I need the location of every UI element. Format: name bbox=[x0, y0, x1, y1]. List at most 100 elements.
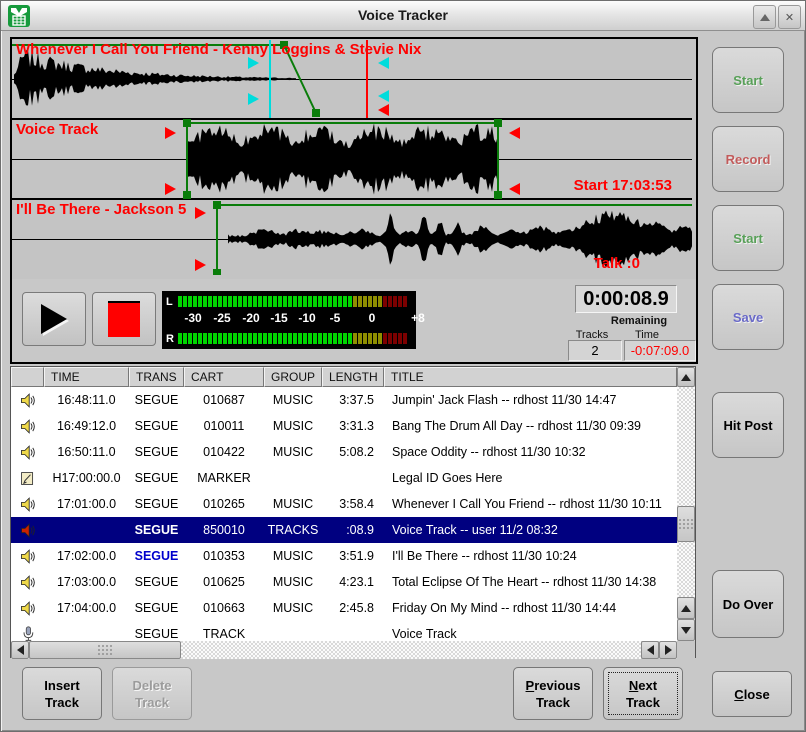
record-button[interactable]: Record bbox=[712, 126, 784, 192]
red-marker-arrow[interactable] bbox=[165, 183, 176, 195]
title-bar[interactable]: Voice Tracker ✕ bbox=[1, 1, 805, 31]
cell-trans: SEGUE bbox=[129, 621, 184, 641]
close-button[interactable]: Close bbox=[712, 671, 792, 717]
cell-length: :08.9 bbox=[322, 517, 384, 543]
log-row[interactable]: H17:00:00.0SEGUEMARKERLegal ID Goes Here bbox=[11, 465, 677, 491]
horizontal-scrollbar[interactable] bbox=[11, 641, 677, 659]
red-marker-arrow[interactable] bbox=[509, 127, 520, 139]
log-row-selected[interactable]: SEGUE850010TRACKS:08.9Voice Track -- use… bbox=[11, 517, 677, 543]
do-over-button[interactable]: Do Over bbox=[712, 570, 784, 638]
log-row[interactable]: 17:02:00.0SEGUE010353MUSIC3:51.9I'll Be … bbox=[11, 543, 677, 569]
red-marker-arrow[interactable] bbox=[195, 207, 206, 219]
meter-segment bbox=[213, 333, 217, 344]
cell-cart: 010663 bbox=[184, 595, 264, 621]
log-row[interactable]: 17:04:00.0SEGUE010663MUSIC2:45.8Friday O… bbox=[11, 595, 677, 621]
log-row[interactable]: 17:03:00.0SEGUE010625MUSIC4:23.1Total Ec… bbox=[11, 569, 677, 595]
vertical-scrollbar[interactable] bbox=[677, 367, 695, 641]
scroll-right-button[interactable] bbox=[659, 641, 677, 659]
meter-segment bbox=[313, 333, 317, 344]
log-row[interactable]: 16:49:12.0SEGUE010011MUSIC3:31.3Bang The… bbox=[11, 413, 677, 439]
transport-strip: L -30-25-20-15-10-50+8 R 0:00:08.9 Remai… bbox=[10, 279, 698, 364]
vertical-scroll-thumb[interactable] bbox=[677, 506, 695, 542]
column-header-icon[interactable] bbox=[11, 367, 44, 387]
delete-track-button[interactable]: DeleteTrack bbox=[112, 667, 192, 720]
cell-time: 17:03:00.0 bbox=[44, 569, 129, 595]
red-marker-arrow[interactable] bbox=[509, 183, 520, 195]
track3-handle[interactable] bbox=[213, 269, 221, 275]
meter-segment bbox=[243, 296, 247, 307]
cell-group: MUSIC bbox=[264, 595, 322, 621]
meter-segment bbox=[223, 296, 227, 307]
column-header-length[interactable]: LENGTH bbox=[322, 367, 384, 387]
cyan-marker-arrow[interactable] bbox=[248, 57, 259, 69]
cyan-marker-arrow[interactable] bbox=[248, 93, 259, 105]
log-row[interactable]: 17:01:00.0SEGUE010265MUSIC3:58.4Whenever… bbox=[11, 491, 677, 517]
audio-level-meter: L -30-25-20-15-10-50+8 R bbox=[162, 291, 416, 349]
cell-title: Whenever I Call You Friend -- rdhost 11/… bbox=[384, 491, 677, 517]
red-marker-arrow[interactable] bbox=[378, 104, 389, 116]
start-record-button[interactable]: Start bbox=[712, 47, 784, 113]
log-row[interactable]: 16:50:11.0SEGUE010422MUSIC5:08.2Space Od… bbox=[11, 439, 677, 465]
shade-window-button[interactable] bbox=[753, 5, 776, 29]
close-window-button[interactable]: ✕ bbox=[778, 5, 801, 29]
cell-trans: SEGUE bbox=[129, 439, 184, 465]
horizontal-scroll-thumb[interactable] bbox=[29, 641, 181, 659]
red-marker-arrow[interactable] bbox=[165, 127, 176, 139]
log-row[interactable]: SEGUETRACKVoice Track bbox=[11, 621, 677, 641]
column-header-time[interactable]: TIME bbox=[44, 367, 129, 387]
meter-right-segments bbox=[178, 333, 407, 344]
meter-segment bbox=[233, 333, 237, 344]
cell-length: 3:58.4 bbox=[322, 491, 384, 517]
meter-segment bbox=[283, 333, 287, 344]
stop-button[interactable] bbox=[92, 292, 156, 346]
meter-segment bbox=[283, 296, 287, 307]
cell-time: 17:04:00.0 bbox=[44, 595, 129, 621]
arrow-down-icon bbox=[681, 627, 691, 634]
scroll-left-button[interactable] bbox=[11, 641, 29, 659]
insert-track-button[interactable]: InsertTrack bbox=[22, 667, 102, 720]
remaining-tracks-value: 2 bbox=[568, 340, 622, 361]
region-handle[interactable] bbox=[183, 119, 191, 127]
region-handle[interactable] bbox=[494, 191, 502, 199]
play-icon bbox=[41, 304, 67, 334]
column-header-trans[interactable]: TRANS bbox=[129, 367, 184, 387]
meter-segment bbox=[323, 333, 327, 344]
hit-post-button[interactable]: Hit Post bbox=[712, 392, 784, 458]
meter-segment bbox=[248, 296, 252, 307]
meter-segment bbox=[388, 296, 392, 307]
red-marker-arrow[interactable] bbox=[195, 259, 206, 271]
fade-handle[interactable] bbox=[312, 109, 320, 117]
column-header-title[interactable]: TITLE bbox=[384, 367, 677, 387]
scroll-up-button[interactable] bbox=[677, 367, 695, 387]
scroll-up-button-2[interactable] bbox=[677, 597, 695, 619]
play-button[interactable] bbox=[22, 292, 86, 346]
meter-scale-label: -30 bbox=[184, 311, 201, 325]
meter-segment bbox=[368, 333, 372, 344]
meter-scale-label: -25 bbox=[213, 311, 230, 325]
cell-title: Jumpin' Jack Flash -- rdhost 11/30 14:47 bbox=[384, 387, 677, 413]
window-title: Voice Tracker bbox=[1, 7, 805, 23]
column-header-group[interactable]: GROUP bbox=[264, 367, 322, 387]
next-track-button[interactable]: NextTrack bbox=[603, 667, 683, 720]
log-row[interactable]: 16:48:11.0SEGUE010687MUSIC3:37.5Jumpin' … bbox=[11, 387, 677, 413]
cyan-marker-arrow[interactable] bbox=[378, 57, 389, 69]
cyan-marker-arrow[interactable] bbox=[378, 90, 389, 102]
column-header-cart[interactable]: CART bbox=[184, 367, 264, 387]
scroll-down-button[interactable] bbox=[677, 619, 695, 641]
fade-handle[interactable] bbox=[280, 41, 288, 49]
meter-segment bbox=[203, 333, 207, 344]
region-handle[interactable] bbox=[183, 191, 191, 199]
meter-scale-label: 0 bbox=[369, 311, 376, 325]
previous-track-button[interactable]: PreviousTrack bbox=[513, 667, 593, 720]
save-button[interactable]: Save bbox=[712, 284, 784, 350]
cell-cart: 010011 bbox=[184, 413, 264, 439]
region-handle[interactable] bbox=[494, 119, 502, 127]
scroll-left-button-2[interactable] bbox=[641, 641, 659, 659]
waveform-panel[interactable]: Whenever I Call You Friend - Kenny Loggi… bbox=[10, 37, 698, 281]
track3-handle[interactable] bbox=[213, 201, 221, 209]
speaker-icon bbox=[19, 444, 36, 461]
meter-segment bbox=[363, 296, 367, 307]
start-next-button[interactable]: Start bbox=[712, 205, 784, 271]
meter-segment bbox=[258, 296, 262, 307]
cell-icon bbox=[11, 392, 44, 409]
